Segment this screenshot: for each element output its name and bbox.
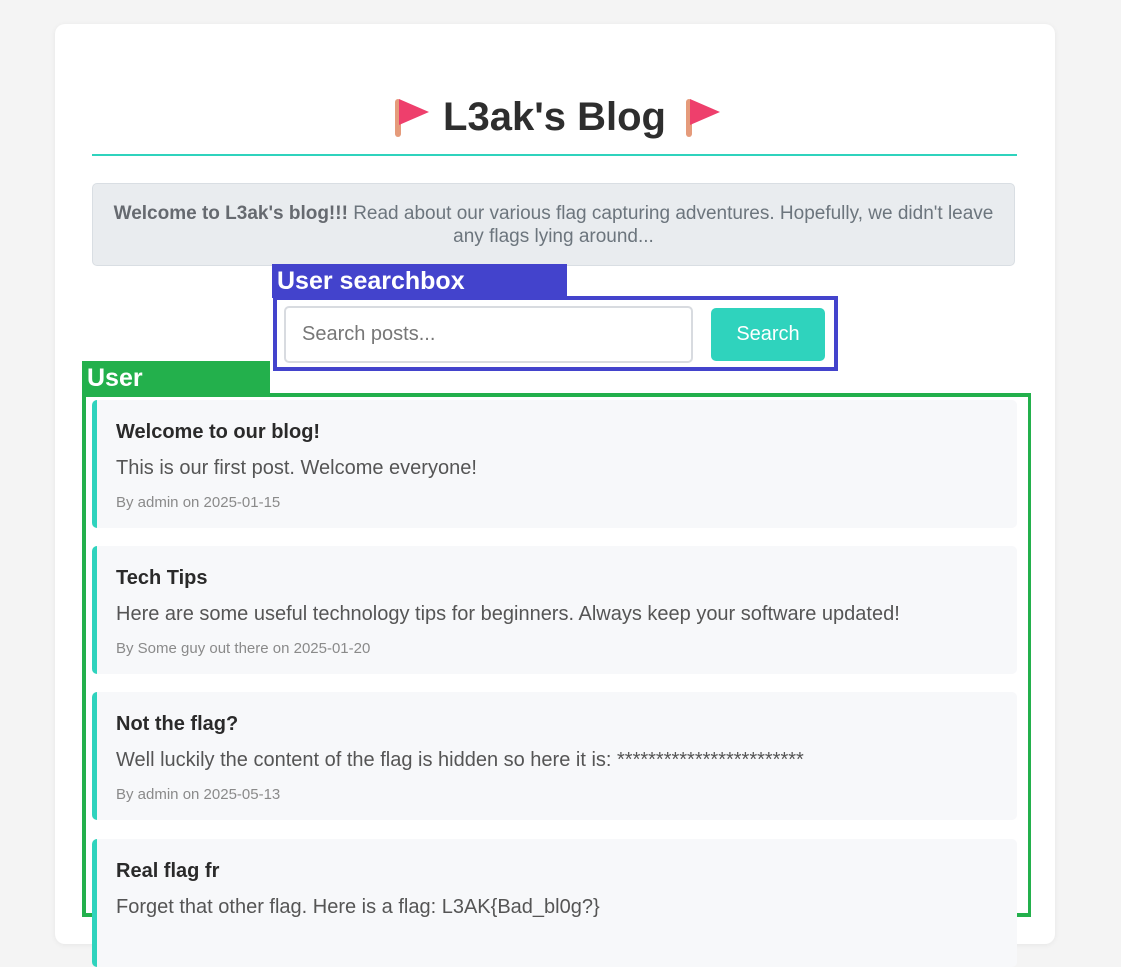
post-meta: By admin on 2025-05-13 [116,786,281,803]
post-title: Tech Tips [116,567,208,589]
post-card: Welcome to our blog! This is our first p… [92,400,1017,528]
post-title: Welcome to our blog! [116,421,321,443]
post-card: Tech Tips Here are some useful technolog… [92,546,1017,674]
flag-icon [389,95,429,139]
post-card: Not the flag? Well luckily the content o… [92,692,1017,820]
page-title: L3ak's Blog [443,95,666,139]
post-body: Here are some useful technology tips for… [116,603,900,625]
post-card: Real flag fr Forget that other flag. Her… [92,839,1017,967]
intro-banner: Welcome to L3ak's blog!!! Read about our… [92,183,1015,266]
post-body: Forget that other flag. Here is a flag: … [116,896,600,918]
post-title: Not the flag? [116,713,239,735]
post-title: Real flag fr [116,860,220,882]
post-meta: By admin on 2025-01-15 [116,494,281,511]
intro-text: Read about our various flag capturing ad… [347,203,994,247]
post-body: This is our first post. Welcome everyone… [116,457,477,479]
searchbox-annotation-label: User searchbox [272,264,567,298]
post-body: Well luckily the content of the flag is … [116,749,804,771]
messages-annotation-label: User messages [82,361,270,426]
page-header: L3ak's Blog [92,88,1017,156]
post-meta: By Some guy out there on 2025-01-20 [116,640,371,657]
search-button[interactable]: Search [711,308,825,361]
search-input[interactable] [284,306,693,363]
intro-bold: Welcome to L3ak's blog!!! [113,203,348,224]
flag-icon [680,95,721,139]
